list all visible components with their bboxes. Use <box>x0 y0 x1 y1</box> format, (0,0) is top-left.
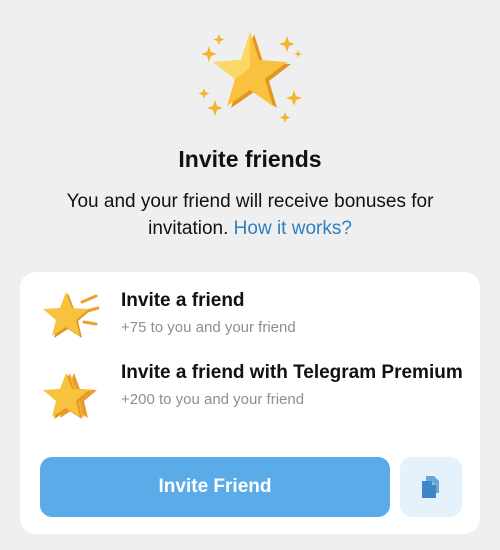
invite-friends-screen: Invite friends You and your friend will … <box>0 0 500 550</box>
how-it-works-link[interactable]: How it works? <box>234 218 352 239</box>
invite-options-card: Invite a friend +75 to you and your frie… <box>20 272 480 534</box>
sparkling-star-icon <box>198 32 302 123</box>
stacked-stars-icon <box>43 373 97 419</box>
star-icon <box>43 292 100 338</box>
option-title: Invite a friend <box>121 290 245 311</box>
list-item: Invite a friend +75 to you and your frie… <box>20 288 480 350</box>
option-subtitle: +200 to you and your friend <box>121 391 305 408</box>
option-title: Invite a friend with Telegram Premium <box>121 362 463 383</box>
option-subtitle: +75 to you and your friend <box>121 319 296 336</box>
copy-link-button[interactable] <box>400 457 462 517</box>
page-title: Invite friends <box>178 146 322 172</box>
copy-icon <box>422 476 439 498</box>
invite-friend-button[interactable]: Invite Friend <box>40 457 390 517</box>
page-subtitle: You and your friend will receive bonuses… <box>40 188 460 242</box>
list-item: Invite a friend with Telegram Premium +2… <box>20 360 480 440</box>
